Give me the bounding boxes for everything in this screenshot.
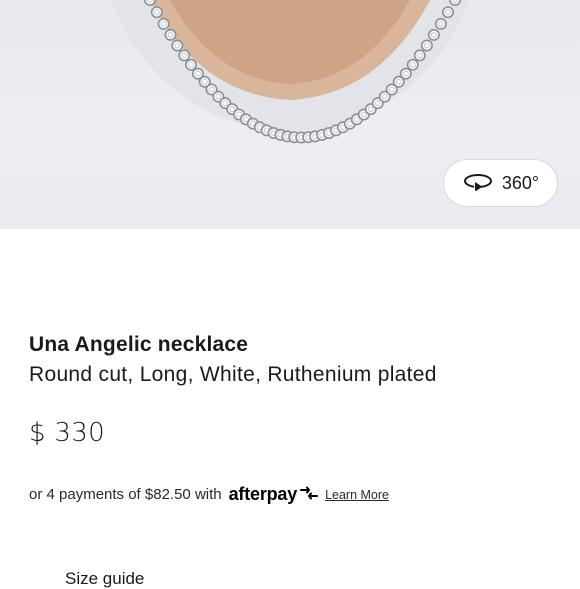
rotate-360-button[interactable]: 360° <box>443 159 558 207</box>
learn-more-link[interactable]: Learn More <box>325 488 389 502</box>
product-name: Una Angelic necklace <box>29 333 249 356</box>
rotate-360-icon <box>462 171 494 196</box>
installment-text: or 4 payments of $82.50 with <box>29 486 222 503</box>
rotate-360-label: 360° <box>501 172 540 193</box>
afterpay-installments: or 4 payments of $82.50 with afterpay Le… <box>29 484 389 505</box>
product-image: 360° <box>0 0 580 229</box>
afterpay-logo: afterpay <box>228 484 298 504</box>
afterpay-arrows-icon <box>299 486 319 504</box>
size-guide-link[interactable]: Size guide <box>65 569 144 589</box>
product-variant: Round cut, Long, White, Ruthenium plated <box>29 363 437 386</box>
product-price: $ 330 <box>29 418 105 448</box>
product-info: Una Angelic necklace Round cut, Long, Wh… <box>29 330 569 390</box>
